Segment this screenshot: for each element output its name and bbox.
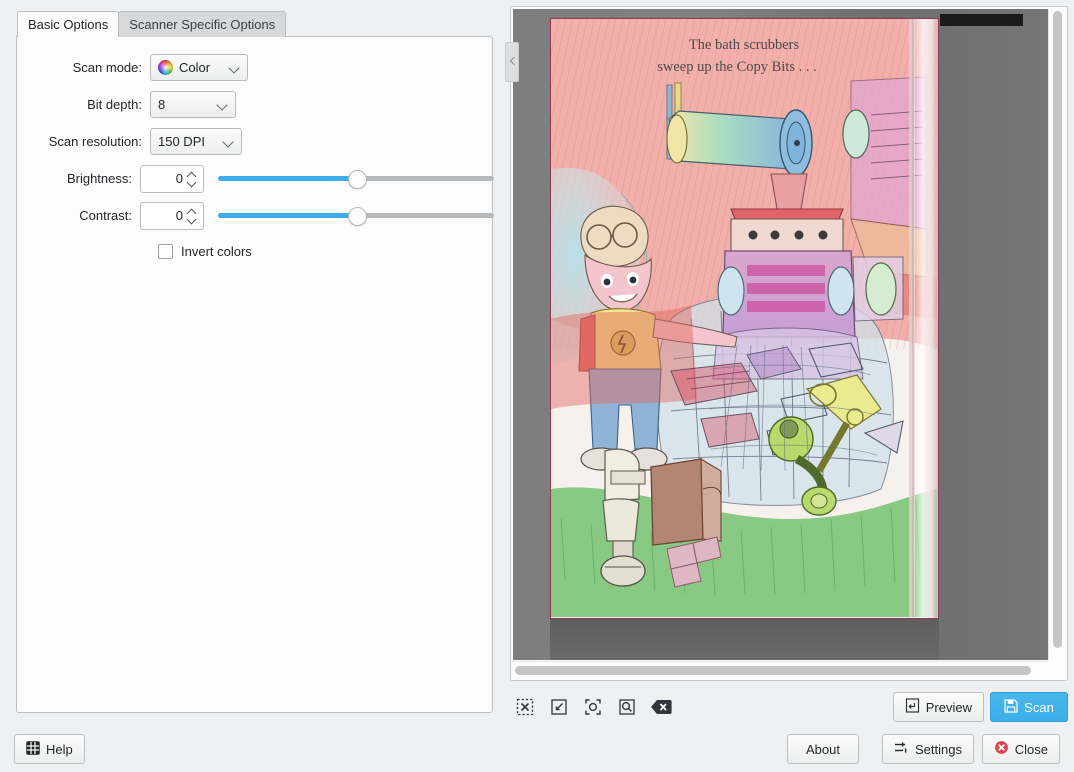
scanned-page-image: The bath scrubbers sweep up the Copy Bit… bbox=[550, 18, 939, 619]
bit-depth-combobox[interactable]: 8 bbox=[150, 91, 236, 118]
tab-basic-options-label: Basic Options bbox=[28, 17, 108, 32]
scale-to-fit-icon[interactable] bbox=[544, 692, 574, 722]
help-button-label: Help bbox=[46, 742, 73, 757]
options-form: Scan mode: Color Bit depth: 8 bbox=[17, 49, 494, 268]
help-grid-icon bbox=[26, 741, 40, 758]
brightness-slider[interactable] bbox=[218, 169, 494, 189]
row-contrast: Contrast: 0 bbox=[17, 197, 494, 234]
brightness-control-area: 0 bbox=[140, 165, 494, 193]
contrast-slider-handle[interactable] bbox=[348, 207, 367, 226]
brightness-label: Brightness: bbox=[17, 171, 140, 186]
scanner-lid-shadow bbox=[940, 14, 1023, 26]
tab-bar: Basic Options Scanner Specific Options bbox=[17, 11, 286, 37]
color-wheel-icon bbox=[158, 60, 173, 75]
options-panel: Basic Options Scanner Specific Options S… bbox=[0, 0, 504, 772]
bit-depth-label: Bit depth: bbox=[17, 97, 150, 112]
zoom-selection-icon[interactable] bbox=[612, 692, 642, 722]
contrast-slider-fill bbox=[218, 213, 356, 218]
brightness-slider-fill bbox=[218, 176, 356, 181]
preview-vertical-scrollbar-thumb[interactable] bbox=[1053, 11, 1062, 648]
contrast-label: Contrast: bbox=[17, 208, 140, 223]
spinner-arrows-icon[interactable] bbox=[187, 206, 199, 226]
close-circle-icon bbox=[994, 740, 1009, 758]
help-button[interactable]: Help bbox=[14, 734, 85, 764]
chevron-down-icon bbox=[221, 134, 237, 150]
auto-select-icon[interactable] bbox=[578, 692, 608, 722]
scan-button-label: Scan bbox=[1024, 700, 1054, 715]
contrast-control-area: 0 bbox=[140, 202, 494, 230]
invert-colors-label: Invert colors bbox=[181, 244, 252, 259]
close-button[interactable]: Close bbox=[982, 734, 1060, 764]
scan-resolution-combobox[interactable]: 150 DPI bbox=[150, 128, 242, 155]
artwork-caption-line2: sweep up the Copy Bits . . . bbox=[657, 59, 817, 75]
preview-vertical-scrollbar[interactable] bbox=[1048, 9, 1065, 660]
spinner-arrows-icon[interactable] bbox=[187, 169, 199, 189]
preview-viewport[interactable]: The bath scrubbers sweep up the Copy Bit… bbox=[513, 9, 1048, 660]
panel-collapse-handle[interactable] bbox=[505, 42, 519, 82]
row-scan-resolution: Scan resolution: 150 DPI bbox=[17, 123, 494, 160]
row-bit-depth: Bit depth: 8 bbox=[17, 86, 494, 123]
bit-depth-control-area: 8 bbox=[150, 91, 494, 118]
page-drop-shadow bbox=[550, 619, 939, 660]
brightness-value: 0 bbox=[147, 171, 187, 186]
scan-resolution-control-area: 150 DPI bbox=[150, 128, 494, 155]
crayon-drawing-artwork: The bath scrubbers sweep up the Copy Bit… bbox=[551, 19, 937, 617]
preview-horizontal-scrollbar[interactable] bbox=[513, 661, 1048, 678]
artwork-caption-line1: The bath scrubbers bbox=[689, 37, 800, 53]
about-button[interactable]: About bbox=[787, 734, 859, 764]
invert-colors-checkbox[interactable] bbox=[158, 244, 173, 259]
contrast-spinbox[interactable]: 0 bbox=[140, 202, 204, 230]
about-button-label: About bbox=[806, 742, 840, 757]
row-invert-colors: Invert colors bbox=[17, 234, 494, 268]
clear-selection-icon[interactable] bbox=[646, 692, 676, 722]
scan-resolution-label: Scan resolution: bbox=[17, 134, 150, 149]
scan-button[interactable]: Scan bbox=[990, 692, 1068, 722]
scan-mode-combobox[interactable]: Color bbox=[150, 54, 248, 81]
close-button-label: Close bbox=[1015, 742, 1048, 757]
scan-mode-value: Color bbox=[179, 60, 222, 75]
preview-frame: The bath scrubbers sweep up the Copy Bit… bbox=[510, 6, 1068, 681]
sliders-icon bbox=[894, 740, 909, 758]
brightness-spinbox[interactable]: 0 bbox=[140, 165, 204, 193]
scan-dialog: Basic Options Scanner Specific Options S… bbox=[0, 0, 1074, 772]
settings-button[interactable]: Settings bbox=[882, 734, 974, 764]
select-whole-area-icon[interactable] bbox=[510, 692, 540, 722]
basic-options-pane: Scan mode: Color Bit depth: 8 bbox=[16, 36, 493, 713]
row-scan-mode: Scan mode: Color bbox=[17, 49, 494, 86]
bit-depth-value: 8 bbox=[158, 97, 210, 112]
tab-scanner-specific-options[interactable]: Scanner Specific Options bbox=[118, 11, 286, 37]
contrast-slider[interactable] bbox=[218, 206, 494, 226]
preview-document-icon bbox=[905, 698, 920, 716]
scan-mode-label: Scan mode: bbox=[17, 60, 150, 75]
row-brightness: Brightness: 0 bbox=[17, 160, 494, 197]
tab-basic-options[interactable]: Basic Options bbox=[17, 11, 119, 37]
contrast-value: 0 bbox=[147, 208, 187, 223]
preview-horizontal-scrollbar-thumb[interactable] bbox=[515, 666, 1031, 675]
chevron-down-icon bbox=[227, 60, 243, 76]
save-floppy-icon bbox=[1004, 699, 1018, 716]
scan-resolution-value: 150 DPI bbox=[158, 134, 216, 149]
settings-button-label: Settings bbox=[915, 742, 962, 757]
chevron-down-icon bbox=[215, 97, 231, 113]
preview-panel: The bath scrubbers sweep up the Copy Bit… bbox=[504, 0, 1074, 772]
scan-mode-control-area: Color bbox=[150, 54, 494, 81]
preview-toolbar: Preview Scan bbox=[510, 689, 1068, 725]
tab-scanner-specific-options-label: Scanner Specific Options bbox=[129, 17, 275, 32]
dialog-button-bar: Help About Settings bbox=[0, 726, 1074, 772]
preview-button[interactable]: Preview bbox=[893, 692, 984, 722]
preview-button-label: Preview bbox=[926, 700, 972, 715]
brightness-slider-handle[interactable] bbox=[348, 170, 367, 189]
